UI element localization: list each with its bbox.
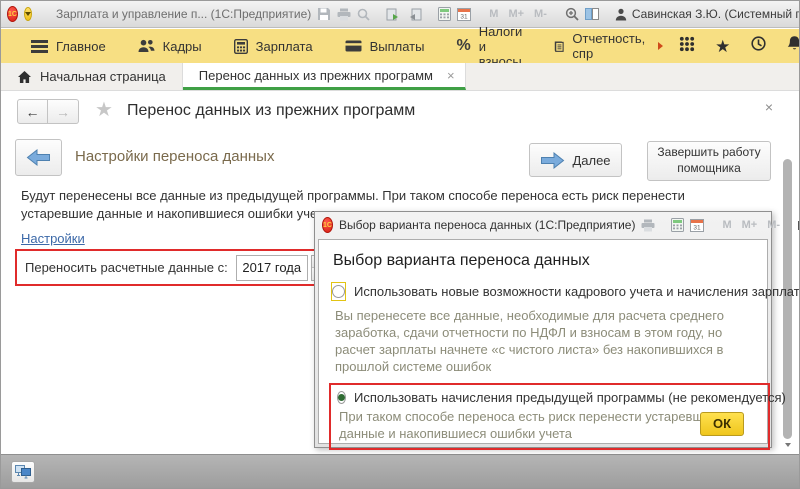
tab-home[interactable]: Начальная страница: [1, 63, 183, 90]
option-description: Вы перенесете все данные, необходимые дл…: [335, 307, 739, 375]
print-preview-icon[interactable]: [357, 5, 370, 23]
transfer-year-label: Переносить расчетные данные с:: [25, 260, 228, 275]
print-preview-icon[interactable]: [641, 216, 655, 234]
card-icon: [345, 40, 362, 52]
titlebar: 1С Зарплата и управление п... (1С:Предпр…: [1, 1, 799, 28]
receive-document-icon[interactable]: [407, 5, 422, 23]
people-icon: [138, 39, 155, 53]
wizard-back-button[interactable]: [15, 139, 62, 176]
favorites-star-icon[interactable]: ★: [715, 38, 730, 55]
monitors-icon: [15, 465, 31, 479]
send-document-icon[interactable]: [386, 5, 401, 23]
save-icon[interactable]: [317, 5, 331, 23]
menu-item-glavnoe[interactable]: Главное: [15, 29, 122, 63]
menu-label: Выплаты: [370, 39, 425, 54]
menu-item-otchetnost[interactable]: Отчетность, спр: [538, 29, 679, 63]
history-icon[interactable]: [750, 35, 767, 57]
transfer-year-input[interactable]: 2017 года: [236, 255, 308, 281]
tab-transfer-data[interactable]: Перенос данных из прежних программ ×: [183, 63, 466, 90]
user-name: Савинская З.Ю. (Системный прог...: [632, 7, 800, 21]
transfer-year-field-highlight: Переносить расчетные данные с: 2017 года: [15, 249, 339, 286]
split-view-icon[interactable]: [585, 5, 599, 23]
arrow-left-icon: [26, 149, 51, 166]
page-title: Перенос данных из прежних программ: [127, 102, 415, 120]
home-icon: [17, 70, 32, 84]
back-button[interactable]: ←: [17, 99, 48, 124]
calculator-icon[interactable]: [671, 216, 684, 234]
tabbar: Начальная страница Перенос данных из пре…: [1, 63, 799, 91]
percent-icon: %: [456, 37, 470, 55]
app-window: 1С Зарплата и управление п... (1С:Предпр…: [0, 0, 800, 489]
menu-label: Главное: [56, 39, 106, 54]
print-icon[interactable]: [337, 5, 351, 23]
option-label[interactable]: Использовать начисления предыдущей прогр…: [354, 390, 786, 405]
dialog-titlebar: 1С Выбор варианта переноса данных (1С:Пр…: [315, 212, 771, 238]
hamburger-icon: [31, 40, 48, 53]
app-logo-icon[interactable]: 1С: [7, 6, 18, 22]
tab-label: Начальная страница: [40, 69, 166, 84]
menu-label: Налоги и взносы: [479, 24, 523, 69]
calculator-icon[interactable]: [438, 5, 451, 23]
svg-text:31: 31: [461, 14, 469, 21]
memory-add-button[interactable]: M+: [506, 8, 526, 20]
memory-recall-button[interactable]: M: [487, 8, 500, 20]
memory-subtract-button[interactable]: M-: [532, 8, 549, 20]
calculator-icon: [234, 39, 248, 54]
connection-button[interactable]: [11, 461, 35, 483]
next-button[interactable]: Далее: [529, 143, 622, 177]
radio-unchecked-icon[interactable]: [332, 285, 345, 298]
menu-item-nalogi[interactable]: % Налоги и взносы: [440, 29, 538, 63]
user-icon: [615, 8, 627, 21]
calendar-icon[interactable]: 31: [457, 5, 471, 23]
menu-label: Зарплата: [256, 39, 313, 54]
dialog-body: Выбор варианта переноса данных Использов…: [318, 239, 768, 444]
settings-link[interactable]: Настройки: [21, 231, 85, 246]
statusbar: [1, 454, 799, 488]
option-new-features[interactable]: Использовать новые возможности кадрового…: [331, 282, 755, 301]
bell-icon[interactable]: [787, 35, 800, 57]
main-menu-ribbon: Главное Кадры Зарплата Выплаты % Налоги …: [1, 29, 799, 63]
option-description: При таком способе переноса есть риск пер…: [339, 408, 743, 442]
menu-item-vyplaty[interactable]: Выплаты: [329, 29, 441, 63]
report-icon: [554, 39, 564, 54]
menu-item-kadry[interactable]: Кадры: [122, 29, 218, 63]
favorite-star-icon[interactable]: ★: [95, 100, 113, 120]
dialog-heading: Выбор варианта переноса данных: [333, 252, 755, 270]
calendar-icon[interactable]: 31: [690, 216, 704, 234]
tab-label: Перенос данных из прежних программ: [199, 68, 433, 83]
forward-button[interactable]: →: [48, 99, 79, 124]
app-title: Зарплата и управление п... (1С:Предприят…: [56, 7, 311, 21]
menu-label: Кадры: [163, 39, 202, 54]
memory-subtract-button[interactable]: M-: [765, 219, 782, 231]
wizard-step-title: Настройки переноса данных: [75, 148, 274, 165]
option-use-previous[interactable]: Использовать начисления предыдущей прогр…: [337, 390, 762, 405]
svg-text:31: 31: [694, 225, 702, 232]
radio-checked-icon[interactable]: [337, 391, 346, 404]
ok-button[interactable]: ОК: [700, 412, 744, 436]
main-menu-chevron-icon[interactable]: [24, 7, 32, 21]
dialog-title: Выбор варианта переноса данных (1С:Предп…: [339, 218, 635, 232]
finish-wizard-button[interactable]: Завершить работу помощника: [647, 141, 771, 181]
next-label: Далее: [572, 153, 610, 168]
memory-add-button[interactable]: M+: [740, 219, 760, 231]
chevron-right-icon: [658, 42, 663, 50]
memory-recall-button[interactable]: M: [720, 219, 733, 231]
arrow-right-icon: [540, 152, 565, 169]
tab-close-icon[interactable]: ×: [447, 69, 455, 82]
transfer-option-dialog: 1С Выбор варианта переноса данных (1С:Пр…: [314, 211, 772, 448]
zoom-icon[interactable]: [565, 5, 579, 23]
radio-focus-ring: [331, 282, 346, 301]
menu-item-zarplata[interactable]: Зарплата: [218, 29, 329, 63]
current-user[interactable]: Савинская З.Ю. (Системный прог...: [615, 7, 800, 21]
menu-label: Отчетность, спр: [572, 31, 648, 61]
form-close-icon[interactable]: ×: [765, 99, 773, 115]
app-logo-icon: 1С: [322, 217, 333, 233]
option-label[interactable]: Использовать новые возможности кадрового…: [354, 284, 800, 299]
apps-grid-icon[interactable]: [679, 36, 695, 57]
